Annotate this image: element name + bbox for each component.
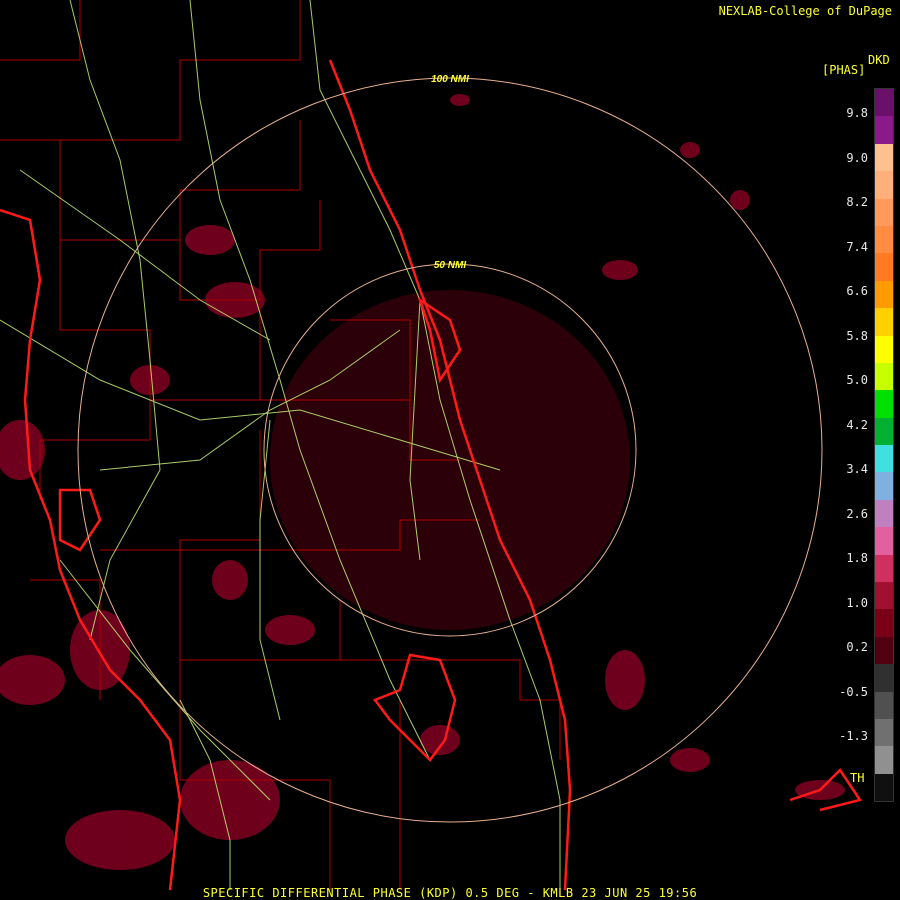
- color-scale-tick-label: 8.2: [846, 195, 868, 209]
- color-scale-tick-label: -0.5: [839, 684, 868, 699]
- color-scale-swatch: [875, 664, 893, 692]
- threshold-label: TH: [850, 771, 865, 785]
- color-scale-tick-label: 9.8: [846, 106, 868, 120]
- color-scale-tick-label: 0.2: [846, 640, 868, 654]
- color-scale-swatch: [875, 554, 893, 583]
- color-scale-swatch: [875, 198, 893, 226]
- range-ring-label-50: 50 NMI: [434, 260, 466, 271]
- color-scale-tick-label: 7.4: [846, 239, 868, 254]
- radar-map: 100 NMI 50 NMI: [0, 0, 900, 900]
- color-scale-swatch: [875, 636, 893, 665]
- color-scale-tick-label: -1.3: [839, 729, 868, 743]
- color-scale-swatch: [875, 362, 893, 391]
- color-scale-swatch: [875, 746, 893, 774]
- color-scale-swatch: [875, 582, 893, 610]
- color-scale-swatch: [875, 253, 893, 281]
- credit-text: NEXLAB-College of DuPage: [718, 4, 892, 18]
- color-scale-swatch: [875, 225, 893, 254]
- color-scale-swatch: [875, 499, 893, 528]
- color-scale-tick-label: 9.0: [846, 150, 868, 165]
- color-scale-swatch: [875, 527, 893, 555]
- color-scale-swatch: [875, 472, 893, 500]
- color-scale-swatch: [875, 308, 893, 336]
- color-scale-tick-label: 6.6: [846, 284, 868, 298]
- color-scale-swatch: [875, 773, 893, 802]
- color-scale-tick-label: 4.2: [846, 417, 868, 432]
- color-scale-tick-label: 1.0: [846, 595, 868, 610]
- color-scale-swatch: [875, 116, 893, 144]
- color-scale-swatch: [875, 143, 893, 172]
- color-scale-swatch: [875, 417, 893, 446]
- color-scale-tick-label: 5.8: [846, 328, 868, 343]
- color-scale-swatch: [875, 445, 893, 473]
- color-scale-swatch: [875, 335, 893, 363]
- color-scale-swatch: [875, 89, 893, 117]
- color-scale-swatch: [875, 280, 893, 309]
- color-scale-swatch: [875, 718, 893, 747]
- legend-unit-label: [PHAS]: [822, 63, 866, 77]
- color-scale-swatch: [875, 691, 893, 719]
- color-scale-swatch: [875, 609, 893, 637]
- color-scale-tick-label: 2.6: [846, 506, 868, 521]
- range-ring-label-100: 100 NMI: [431, 74, 469, 85]
- legend-product-label: DKD: [868, 53, 890, 67]
- color-scale-tick-label: 1.8: [846, 551, 868, 565]
- credit-label: NEXLAB-College of DuPage: [719, 4, 892, 18]
- product-caption: SPECIFIC DIFFERENTIAL PHASE (KDP) 0.5 DE…: [202, 886, 698, 900]
- color-scale-swatch: [875, 171, 893, 199]
- color-scale-tick-label: 3.4: [846, 462, 868, 476]
- color-scale-tick-label: 5.0: [846, 373, 868, 387]
- color-scale-swatch: [875, 390, 893, 418]
- color-scale-bar: [874, 88, 894, 802]
